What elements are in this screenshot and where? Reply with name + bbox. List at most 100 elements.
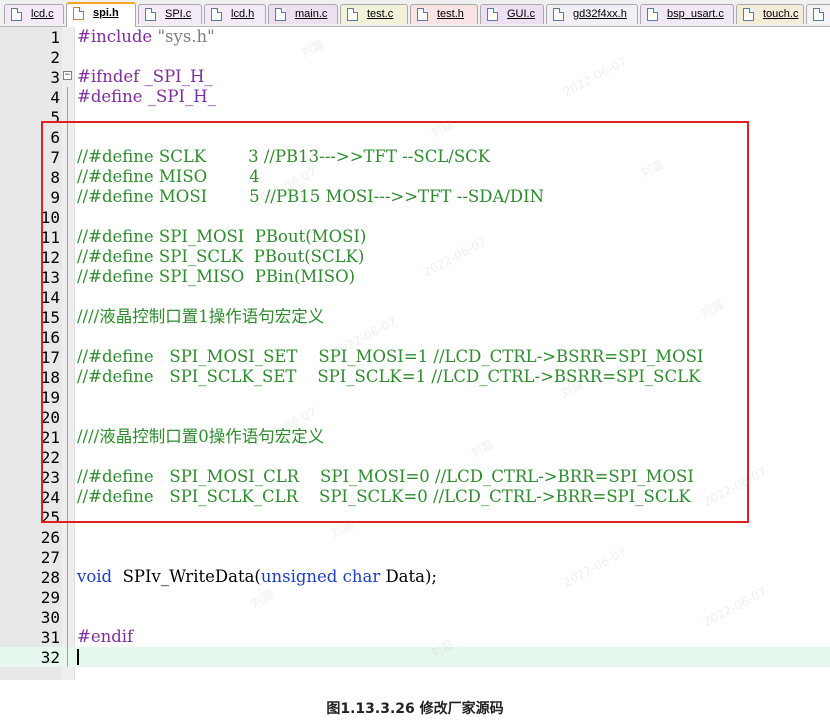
fold-guide [67,187,68,207]
code-line[interactable]: 31 #endif [0,627,830,647]
line-number: 3 [50,68,60,87]
code-line[interactable]: 32 [0,647,830,667]
tab-label: spi.h [93,7,119,19]
line-number: 31 [40,628,60,647]
tab-gui-c[interactable]: GUI.c [480,4,544,24]
code-line[interactable]: 9 //#define MOSI 5 //PB15 MOSI--->>TFT --… [0,187,830,207]
line-number: 27 [40,548,60,567]
tab-touch-c[interactable]: touch.c [736,4,804,24]
fold-minus-icon[interactable]: − [63,71,72,80]
tab-main-c[interactable]: main.c [268,4,338,24]
file-icon [347,8,358,21]
code-line[interactable]: 15 ////液晶控制口置1操作语句宏定义 [0,307,830,327]
tab-lcd-h[interactable]: lcd.h [204,4,266,24]
code-text: //#define MOSI 5 //PB15 MOSI--->>TFT --S… [77,187,544,207]
file-icon [73,7,84,20]
fold-guide [67,587,68,607]
code-line[interactable]: 26 [0,527,830,547]
code-line[interactable]: 5 [0,107,830,127]
code-line[interactable]: 18 //#define SPI_SCLK_SET SPI_SCLK=1 //LC… [0,367,830,387]
file-icon [487,8,498,21]
code-line[interactable]: 6 [0,127,830,147]
line-number: 2 [50,48,60,67]
tab-spi-c[interactable]: SPI.c [138,4,202,24]
line-number: 30 [40,608,60,627]
line-number: 26 [40,528,60,547]
code-line[interactable]: 10 [0,207,830,227]
code-text: #include "sys.h" [77,27,215,47]
tab-test-h[interactable]: test.h [410,4,478,24]
code-line[interactable]: 25 [0,507,830,527]
code-line[interactable]: 2 [0,47,830,67]
code-token: SPIv_WriteData( [112,567,261,586]
code-line[interactable]: 30 [0,607,830,627]
line-number: 20 [40,408,60,427]
code-token: //#define MISO 4 [77,167,260,186]
code-line[interactable]: 28 void SPIv_WriteData(unsigned char Data… [0,567,830,587]
code-text: //#define SCLK 3 //PB13--->>TFT --SCL/SC… [77,147,490,167]
fold-guide [67,387,68,407]
code-line[interactable]: 19 [0,387,830,407]
tab-spi-h[interactable]: spi.h [66,2,136,27]
code-line[interactable]: 1 #include "sys.h" [0,27,830,47]
code-line[interactable]: 16 [0,327,830,347]
file-icon [553,8,564,21]
code-token: //#define SCLK 3 //PB13--->>TFT --SCL/SC… [77,147,491,166]
file-icon [275,8,286,21]
tab-t[interactable]: t [806,4,830,24]
code-token: #include [77,27,158,46]
code-line[interactable]: 23 //#define SPI_MOSI_CLR SPI_MOSI=0 //LC… [0,467,830,487]
code-line[interactable]: 24 //#define SPI_SCLK_CLR SPI_SCLK=0 //LC… [0,487,830,507]
fold-guide [67,427,68,447]
line-number: 16 [40,328,60,347]
tab-lcd-c[interactable]: lcd.c [4,4,64,24]
line-number: 13 [40,268,60,287]
line-number: 5 [50,108,60,127]
fold-guide [67,147,68,167]
line-number: 7 [50,148,60,167]
fold-guide [67,607,68,627]
code-line[interactable]: 21 ////液晶控制口置0操作语句宏定义 [0,427,830,447]
code-token: //#define SPI_MOSI PBout(MOSI) [77,227,367,246]
fold-guide [67,247,68,267]
code-editor[interactable]: 1 #include "sys.h" 2 3− #ifndef _SPI_H_ 4 #def… [0,27,830,680]
code-line[interactable]: 12 //#define SPI_SCLK PBout(SCLK) [0,247,830,267]
tab-test-c[interactable]: test.c [340,4,408,24]
code-text: #ifndef _SPI_H_ [77,67,213,87]
code-line[interactable]: 27 [0,547,830,567]
fold-guide [67,207,68,227]
line-number: 19 [40,388,60,407]
code-token: //#define SPI_SCLK PBout(SCLK) [77,247,365,266]
code-text: //#define SPI_MOSI_CLR SPI_MOSI=0 //LCD_… [77,467,694,487]
code-line[interactable]: 8 //#define MISO 4 [0,167,830,187]
code-line[interactable]: 13 //#define SPI_MISO PBin(MISO) [0,267,830,287]
line-number: 10 [40,208,60,227]
code-line[interactable]: 29 [0,587,830,607]
fold-guide [67,507,68,527]
code-line[interactable]: 20 [0,407,830,427]
code-line[interactable]: 22 [0,447,830,467]
fold-guide [67,567,68,587]
tab-gd32f4xx-h[interactable]: gd32f4xx.h [546,4,638,24]
code-token: ////液晶控制口置1操作语句宏定义 [77,307,325,326]
tab-label: test.c [367,8,394,20]
code-line[interactable]: 11 //#define SPI_MOSI PBout(MOSI) [0,227,830,247]
fold-guide [67,287,68,307]
code-token: char [342,567,381,586]
code-text: //#define SPI_MISO PBin(MISO) [77,267,355,287]
code-text: void SPIv_WriteData(unsigned char Data); [77,567,437,587]
fold-guide [67,87,68,107]
code-line[interactable]: 7 //#define SCLK 3 //PB13--->>TFT --SCL/S… [0,147,830,167]
file-icon [813,8,824,21]
code-line[interactable]: 14 [0,287,830,307]
code-token: "sys.h" [157,27,215,46]
tab-bsp-usart-c[interactable]: bsp_usart.c [640,4,734,24]
fold-guide [67,227,68,247]
fold-guide [67,127,68,147]
code-line[interactable]: 17 //#define SPI_MOSI_SET SPI_MOSI=1 //LC… [0,347,830,367]
code-token: Data); [380,567,437,586]
code-token: //#define SPI_SCLK_CLR SPI_SCLK=0 //LCD_… [77,487,691,506]
fold-guide [67,527,68,547]
code-line[interactable]: 3− #ifndef _SPI_H_ [0,67,830,87]
code-line[interactable]: 4 #define _SPI_H_ [0,87,830,107]
